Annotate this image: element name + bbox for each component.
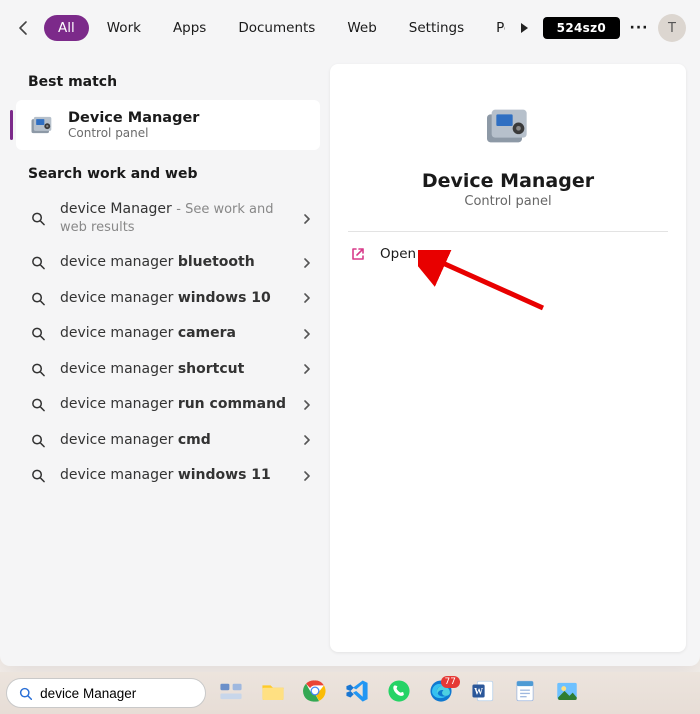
chevron-right-icon bbox=[302, 471, 312, 481]
device-manager-icon bbox=[480, 98, 536, 154]
chrome-icon bbox=[302, 678, 328, 708]
open-action[interactable]: Open bbox=[330, 232, 686, 276]
photos-taskbar-button[interactable] bbox=[552, 678, 582, 708]
results-column: Best match Device Manager Control panel … bbox=[0, 56, 330, 666]
search-icon bbox=[30, 211, 46, 226]
vscode-taskbar-button[interactable] bbox=[342, 678, 372, 708]
filter-tabs: All Work Apps Documents Web Settings Peo… bbox=[44, 15, 505, 41]
word-taskbar-button[interactable]: W bbox=[468, 678, 498, 708]
suggestion-item[interactable]: device manager run command bbox=[0, 387, 330, 423]
search-icon bbox=[30, 397, 46, 412]
filter-header: All Work Apps Documents Web Settings Peo… bbox=[0, 0, 700, 56]
suggestion-list: device Manager - See work and web result… bbox=[0, 190, 330, 496]
chevron-right-icon bbox=[302, 293, 312, 303]
start-search-panel: All Work Apps Documents Web Settings Peo… bbox=[0, 0, 700, 666]
file-explorer-taskbar-button[interactable] bbox=[258, 678, 288, 708]
preview-title: Device Manager bbox=[330, 170, 686, 192]
best-match-title: Device Manager bbox=[68, 110, 199, 126]
suggestion-item[interactable]: device Manager - See work and web result… bbox=[0, 192, 330, 245]
photos-icon bbox=[554, 678, 580, 708]
suggestion-item[interactable]: device manager windows 11 bbox=[0, 458, 330, 494]
chevron-right-icon bbox=[302, 400, 312, 410]
network-badge[interactable]: 524sz0 bbox=[543, 17, 620, 39]
avatar[interactable]: T bbox=[658, 14, 686, 42]
file-explorer-icon bbox=[260, 678, 286, 708]
chrome-taskbar-button[interactable] bbox=[300, 678, 330, 708]
search-web-heading: Search work and web bbox=[0, 156, 330, 190]
search-icon bbox=[30, 362, 46, 377]
taskbar-search[interactable] bbox=[6, 678, 206, 708]
chevron-right-icon bbox=[302, 364, 312, 374]
notepad-icon bbox=[512, 678, 538, 708]
more-tabs-button[interactable] bbox=[511, 15, 537, 41]
more-options-button[interactable]: ··· bbox=[626, 15, 652, 41]
tab-people[interactable]: People bbox=[482, 15, 505, 41]
chevron-right-icon bbox=[302, 435, 312, 445]
search-icon bbox=[19, 686, 32, 701]
task-view-icon bbox=[218, 678, 244, 708]
suggestion-text: device manager windows 11 bbox=[60, 467, 288, 485]
task-view-taskbar-button[interactable] bbox=[216, 678, 246, 708]
triangle-right-icon bbox=[518, 22, 530, 34]
tab-web[interactable]: Web bbox=[333, 15, 390, 41]
edge-taskbar-button[interactable]: 77 bbox=[426, 678, 456, 708]
suggestion-item[interactable]: device manager cmd bbox=[0, 423, 330, 459]
suggestion-text: device manager bluetooth bbox=[60, 254, 288, 272]
taskbar-search-input[interactable] bbox=[40, 686, 193, 701]
arrow-left-icon bbox=[16, 20, 32, 36]
word-icon: W bbox=[470, 678, 496, 708]
taskbar: 77 W bbox=[0, 672, 700, 714]
open-label: Open bbox=[380, 246, 416, 262]
chevron-right-icon bbox=[302, 258, 312, 268]
suggestion-text: device manager camera bbox=[60, 325, 288, 343]
suggestion-item[interactable]: device manager camera bbox=[0, 316, 330, 352]
svg-text:W: W bbox=[474, 686, 483, 696]
notepad-taskbar-button[interactable] bbox=[510, 678, 540, 708]
suggestion-text: device manager cmd bbox=[60, 432, 288, 450]
suggestion-text: device manager windows 10 bbox=[60, 290, 288, 308]
suggestion-item[interactable]: device manager bluetooth bbox=[0, 245, 330, 281]
taskbar-pinned-apps: 77 W bbox=[216, 678, 582, 708]
tab-settings[interactable]: Settings bbox=[395, 15, 478, 41]
best-match-heading: Best match bbox=[0, 64, 330, 98]
tab-work[interactable]: Work bbox=[93, 15, 155, 41]
suggestion-item[interactable]: device manager shortcut bbox=[0, 352, 330, 388]
search-icon bbox=[30, 468, 46, 483]
whatsapp-taskbar-button[interactable] bbox=[384, 678, 414, 708]
tab-apps[interactable]: Apps bbox=[159, 15, 220, 41]
search-icon bbox=[30, 326, 46, 341]
preview-pane: Device Manager Control panel Open bbox=[330, 64, 686, 652]
search-icon bbox=[30, 433, 46, 448]
best-match-result[interactable]: Device Manager Control panel bbox=[16, 100, 320, 150]
badge: 77 bbox=[441, 676, 460, 688]
suggestion-item[interactable]: device manager windows 10 bbox=[0, 281, 330, 317]
suggestion-text: device manager run command bbox=[60, 396, 288, 414]
suggestion-text: device Manager - See work and web result… bbox=[60, 201, 288, 236]
back-button[interactable] bbox=[10, 14, 38, 42]
preview-subtitle: Control panel bbox=[330, 194, 686, 209]
suggestion-text: device manager shortcut bbox=[60, 361, 288, 379]
best-match-subtitle: Control panel bbox=[68, 126, 199, 140]
chevron-right-icon bbox=[302, 214, 312, 224]
vscode-icon bbox=[344, 678, 370, 708]
search-icon bbox=[30, 291, 46, 306]
tab-all[interactable]: All bbox=[44, 15, 89, 41]
search-icon bbox=[30, 255, 46, 270]
open-external-icon bbox=[350, 246, 366, 262]
tab-documents[interactable]: Documents bbox=[224, 15, 329, 41]
chevron-right-icon bbox=[302, 329, 312, 339]
whatsapp-icon bbox=[386, 678, 412, 708]
device-manager-icon bbox=[28, 111, 56, 139]
